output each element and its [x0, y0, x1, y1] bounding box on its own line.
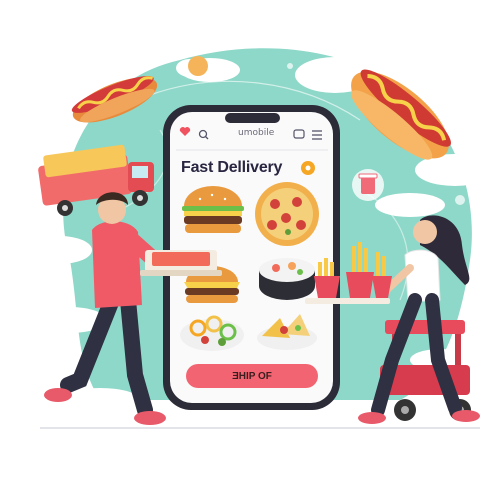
cart-icon[interactable] — [301, 161, 315, 175]
status-label: umobile — [238, 128, 275, 138]
burger[interactable] — [182, 186, 244, 233]
page-title: Fast Dellivery — [181, 159, 283, 176]
delivery-illustration — [28, 48, 495, 429]
pizza[interactable] — [255, 182, 319, 246]
cta-button[interactable]: ƎHIP OF — [186, 371, 318, 382]
sushi-roll[interactable] — [259, 258, 315, 300]
drink-cup — [352, 169, 384, 201]
